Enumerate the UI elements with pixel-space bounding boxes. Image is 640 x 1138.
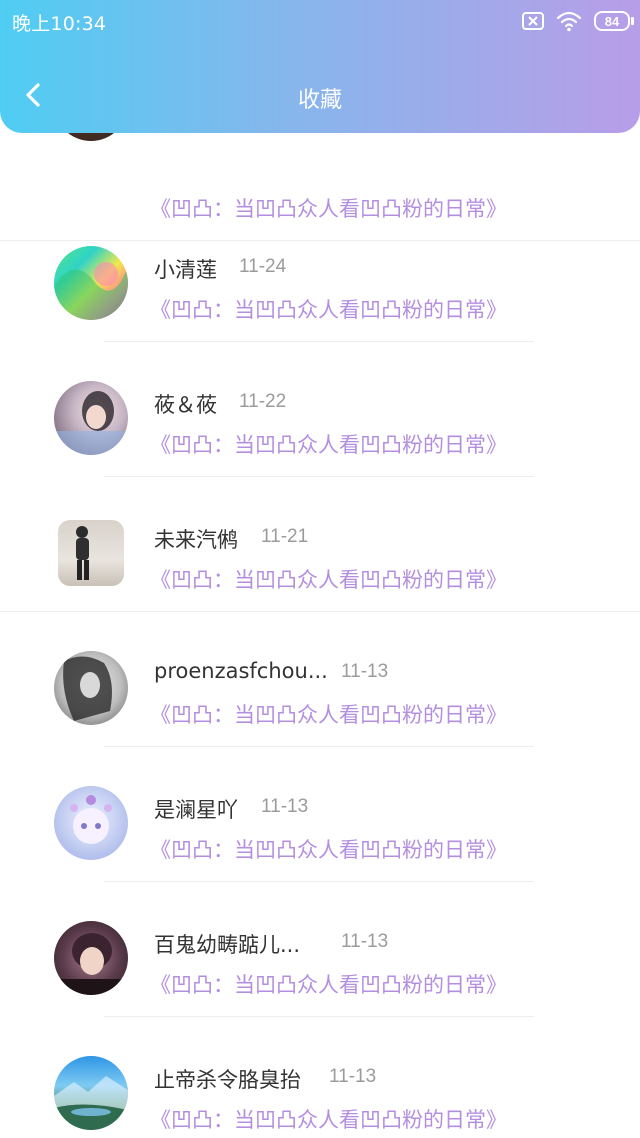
favorites-page: 《凹凸：当凹凸众人看凹凸粉的日常》 小清莲 11-24 《凹凸：当凹凸众人看凹凸… bbox=[0, 0, 640, 1138]
item-date: 11-13 bbox=[329, 1066, 377, 1087]
avatar-image bbox=[76, 526, 89, 580]
list-item[interactable]: 未来汽鸺 11-21 《凹凸：当凹凸众人看凹凸粉的日常》 bbox=[0, 484, 640, 619]
header-bar: 晚上10:34 84 收藏 bbox=[0, 0, 640, 133]
list-item[interactable]: 小清莲 11-24 《凹凸：当凹凸众人看凹凸粉的日常》 bbox=[0, 214, 640, 349]
item-date: 11-24 bbox=[239, 256, 287, 277]
list-item[interactable]: proenzasfchou... 11-13 《凹凸：当凹凸众人看凹凸粉的日常》 bbox=[0, 619, 640, 754]
divider bbox=[104, 1016, 534, 1017]
item-date: 11-21 bbox=[261, 526, 309, 547]
divider bbox=[0, 611, 640, 612]
item-nickname: 未来汽鸺 bbox=[154, 528, 238, 552]
item-nickname: 莜＆莜 bbox=[154, 393, 217, 417]
avatar-image bbox=[63, 656, 112, 721]
list-item[interactable]: 是澜星吖 11-13 《凹凸：当凹凸众人看凹凸粉的日常》 bbox=[0, 754, 640, 889]
battery-level: 84 bbox=[604, 13, 620, 29]
item-date: 11-13 bbox=[261, 796, 309, 817]
item-topic[interactable]: 《凹凸：当凹凸众人看凹凸粉的日常》 bbox=[150, 1104, 507, 1134]
battery-icon: 84 bbox=[594, 11, 634, 31]
divider bbox=[104, 476, 534, 477]
divider bbox=[104, 746, 534, 747]
item-date: 11-13 bbox=[341, 661, 389, 682]
item-topic[interactable]: 《凹凸：当凹凸众人看凹凸粉的日常》 bbox=[150, 294, 507, 324]
list-item[interactable]: 止帝杀令胳臭抬 11-13 《凹凸：当凹凸众人看凹凸粉的日常》 bbox=[0, 1024, 640, 1138]
item-nickname: 止帝杀令胳臭抬 bbox=[154, 1068, 301, 1092]
item-nickname: 小清莲 bbox=[154, 258, 217, 282]
item-topic[interactable]: 《凹凸：当凹凸众人看凹凸粉的日常》 bbox=[150, 699, 507, 729]
avatar-image bbox=[54, 1076, 128, 1130]
item-nickname: 百鬼幼畴踮儿... bbox=[154, 933, 301, 957]
avatar-image bbox=[54, 391, 128, 455]
no-sim-icon bbox=[522, 12, 544, 30]
avatar-image bbox=[70, 795, 112, 844]
avatar bbox=[54, 381, 128, 455]
avatar bbox=[54, 921, 128, 995]
avatar bbox=[54, 1056, 128, 1130]
status-icons: 84 bbox=[522, 10, 634, 32]
avatar bbox=[54, 786, 128, 860]
divider bbox=[104, 341, 534, 342]
avatar-image bbox=[54, 933, 128, 995]
item-topic[interactable]: 《凹凸：当凹凸众人看凹凸粉的日常》 bbox=[150, 834, 507, 864]
wifi-icon bbox=[556, 11, 582, 32]
item-date: 11-22 bbox=[239, 391, 287, 412]
item-nickname: proenzasfchou... bbox=[154, 659, 328, 683]
list-item[interactable]: 百鬼幼畴踮儿... 11-13 《凹凸：当凹凸众人看凹凸粉的日常》 bbox=[0, 889, 640, 1024]
battery-tip bbox=[631, 17, 634, 25]
item-nickname: 是澜星吖 bbox=[154, 798, 238, 822]
avatar bbox=[54, 246, 128, 320]
avatar bbox=[54, 651, 128, 725]
list-item[interactable]: 莜＆莜 11-22 《凹凸：当凹凸众人看凹凸粉的日常》 bbox=[0, 349, 640, 484]
item-topic[interactable]: 《凹凸：当凹凸众人看凹凸粉的日常》 bbox=[150, 969, 507, 999]
status-time: 晚上10:34 bbox=[12, 13, 107, 35]
page-title: 收藏 bbox=[297, 88, 342, 113]
avatar bbox=[58, 520, 124, 586]
item-topic[interactable]: 《凹凸：当凹凸众人看凹凸粉的日常》 bbox=[150, 429, 507, 459]
avatar-image bbox=[54, 262, 128, 320]
item-date: 11-13 bbox=[341, 931, 389, 952]
divider bbox=[104, 881, 534, 882]
item-topic[interactable]: 《凹凸：当凹凸众人看凹凸粉的日常》 bbox=[150, 564, 507, 594]
